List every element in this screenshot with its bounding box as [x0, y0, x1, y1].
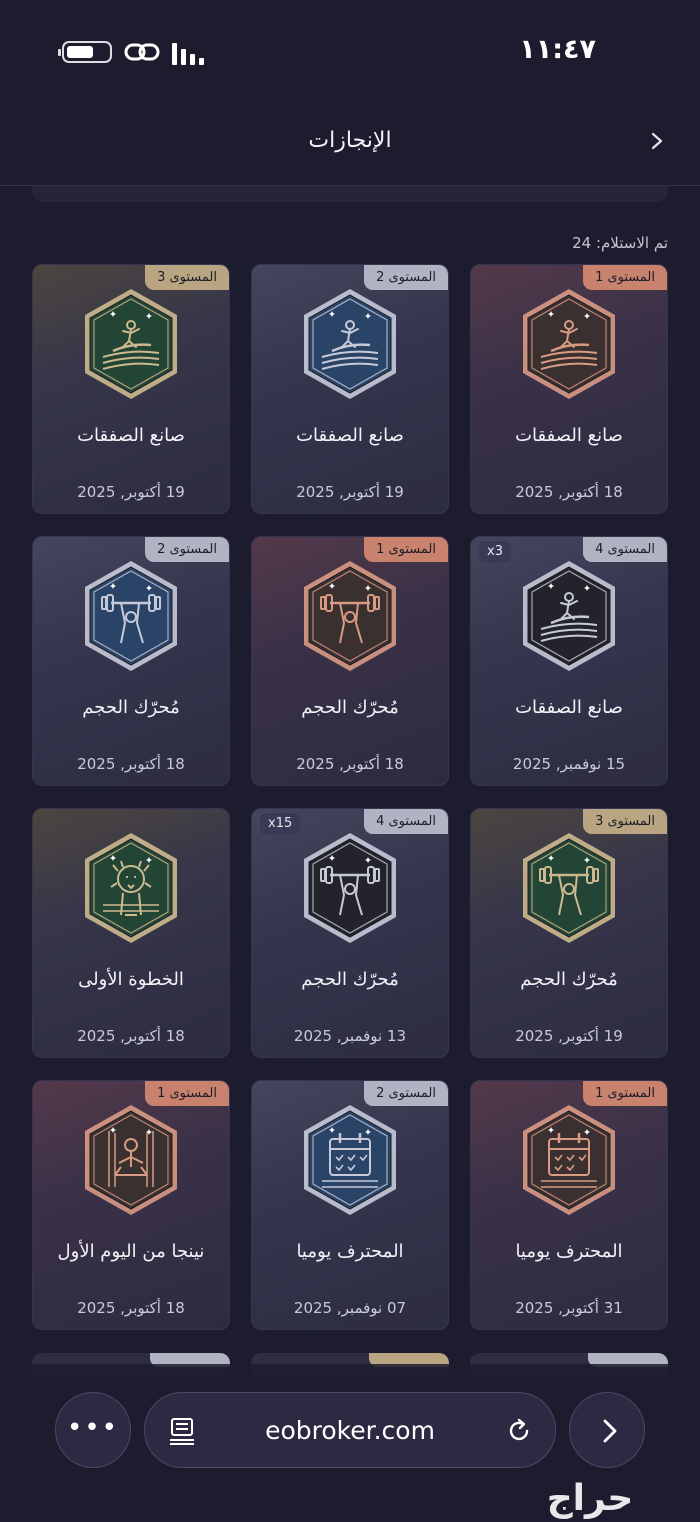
achievement-title: مُحرّك الحجم [82, 697, 180, 718]
achievement-title: نينجا من اليوم الأول [57, 1241, 205, 1262]
achievement-card[interactable]: المستوى 4 x15 مُحرّك الحجم 13 نوفمبر, 2025 [251, 808, 449, 1058]
achievement-title: مُحرّك الحجم [520, 969, 618, 990]
achievement-date: 18 أكتوبر, 2025 [77, 755, 185, 773]
achievement-title: صانع الصفقات [77, 425, 185, 446]
status-bar: ١١:٤٧ [0, 0, 700, 100]
achievement-date: 19 أكتوبر, 2025 [515, 1027, 623, 1045]
badge-calendar-icon [304, 1105, 396, 1215]
achievement-card[interactable]: المستوى 1 نينجا من اليوم الأول 18 أكتوبر,… [32, 1080, 230, 1330]
badge-surfer-icon [304, 289, 396, 399]
badge-weightlifter-icon [85, 561, 177, 671]
achievement-date: 19 أكتوبر, 2025 [296, 483, 404, 501]
status-time: ١١:٤٧ [519, 34, 596, 65]
achievement-card[interactable]: المستوى 1 مُحرّك الحجم 18 أكتوبر, 2025 [251, 536, 449, 786]
page-title: الإنجازات [308, 128, 392, 153]
achievement-date: 18 أكتوبر, 2025 [296, 755, 404, 773]
achievement-card[interactable]: الخطوة الأولى 18 أكتوبر, 2025 [32, 808, 230, 1058]
achievement-title: صانع الصفقات [515, 697, 623, 718]
achievement-title: المحترف يوميا [296, 1241, 404, 1262]
count-badge: x15 [260, 813, 301, 835]
more-options-button[interactable]: ••• [55, 1392, 131, 1468]
achievement-title: مُحرّك الحجم [301, 697, 399, 718]
badge-ninja-icon [85, 1105, 177, 1215]
badge-weightlifter-icon [304, 833, 396, 943]
achievement-card[interactable]: المستوى 1 صانع الصفقات 18 أكتوبر, 2025 [470, 264, 668, 514]
achievement-title: صانع الصفقات [296, 425, 404, 446]
badge-surfer-icon [523, 561, 615, 671]
achievement-date: 18 أكتوبر, 2025 [77, 1027, 185, 1045]
achievement-card[interactable]: المستوى 3 صانع الصفقات 19 أكتوبر, 2025 [32, 264, 230, 514]
achievement-title: الخطوة الأولى [78, 969, 184, 990]
count-badge: x3 [479, 541, 511, 563]
badge-weightlifter-icon [523, 833, 615, 943]
badge-calendar-icon [523, 1105, 615, 1215]
achievement-date: 18 أكتوبر, 2025 [515, 483, 623, 501]
watermark-logo: حراج [546, 1478, 634, 1519]
achievement-title: المحترف يوميا [515, 1241, 623, 1262]
achievement-card[interactable]: المستوى 2 مُحرّك الحجم 18 أكتوبر, 2025 [32, 536, 230, 786]
achievement-card[interactable]: المستوى 4 x3 صانع الصفقات 15 نوفمبر, 2025 [470, 536, 668, 786]
achievement-date: 19 أكتوبر, 2025 [77, 483, 185, 501]
achievement-title: صانع الصفقات [515, 425, 623, 446]
chevron-right-icon [603, 1419, 617, 1443]
badge-surfer-icon [523, 289, 615, 399]
url-text: eobroker.com [265, 1416, 435, 1445]
address-bar[interactable]: eobroker.com [144, 1392, 556, 1468]
badge-lion-icon [85, 833, 177, 943]
achievement-title: مُحرّك الحجم [301, 969, 399, 990]
reload-icon[interactable] [505, 1417, 533, 1445]
forward-button[interactable] [569, 1392, 645, 1468]
collapsed-panel [32, 186, 668, 202]
back-chevron-icon[interactable] [645, 128, 671, 154]
achievement-date: 07 نوفمبر, 2025 [293, 1299, 407, 1317]
page-header: الإنجازات [0, 100, 700, 186]
achievement-date: 15 نوفمبر, 2025 [512, 755, 626, 773]
achievement-card[interactable]: المستوى 2 صانع الصفقات 19 أكتوبر, 2025 [251, 264, 449, 514]
battery-icon [58, 41, 112, 63]
achievement-card[interactable]: المستوى 2 المحترف يوميا 07 نوفمبر, 2025 [251, 1080, 449, 1330]
achievement-date: 31 أكتوبر, 2025 [515, 1299, 623, 1317]
link-icon [124, 43, 160, 61]
badge-weightlifter-icon [304, 561, 396, 671]
badge-surfer-icon [85, 289, 177, 399]
signal-icon [172, 41, 204, 65]
received-count: تم الاستلام: 24 [572, 234, 668, 252]
achievement-card[interactable]: المستوى 1 المحترف يوميا 31 أكتوبر, 2025 [470, 1080, 668, 1330]
achievement-card[interactable]: المستوى 3 مُحرّك الحجم 19 أكتوبر, 2025 [470, 808, 668, 1058]
achievement-date: 13 نوفمبر, 2025 [293, 1027, 407, 1045]
achievements-grid: المستوى 1 صانع الصفقات 18 أكتوبر, 2025 الم… [32, 264, 668, 1330]
achievement-date: 18 أكتوبر, 2025 [77, 1299, 185, 1317]
